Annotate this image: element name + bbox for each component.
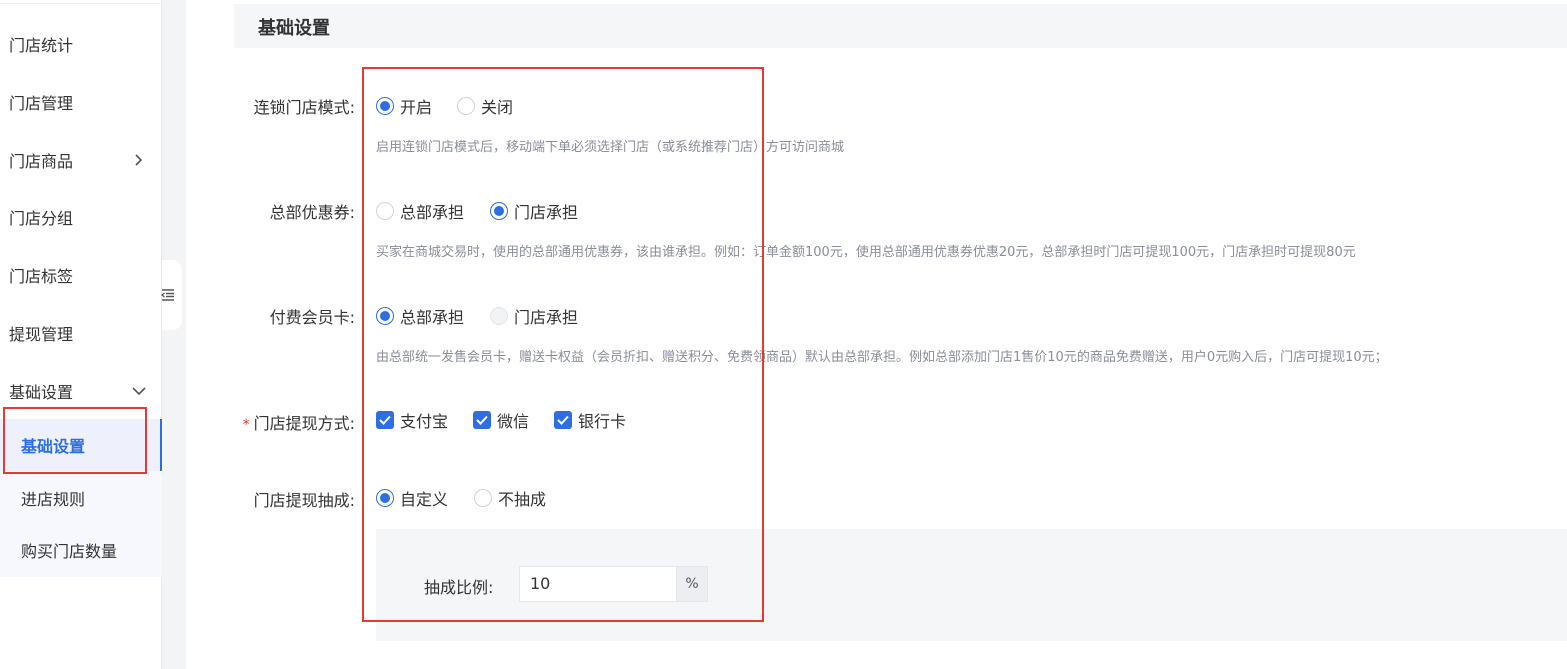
sidebar-item-label: 门店管理: [9, 94, 74, 113]
section-header: [234, 4, 1567, 48]
chevron-right-icon: [135, 154, 143, 166]
sidebar-item-store-manage[interactable]: 门店管理: [0, 77, 162, 127]
chain-mode-label: 连锁门店模式:: [253, 98, 355, 117]
sidebar-item-label: 基础设置: [9, 383, 74, 402]
sidebar-item-label: 门店分组: [9, 209, 74, 228]
required-mark: *: [242, 417, 250, 433]
highlight-box: [3, 407, 147, 474]
divider: [0, 3, 162, 4]
label-text: 门店提现方式:: [253, 414, 355, 433]
withdraw-method-label: * 门店提现方式:: [155, 410, 355, 434]
submenu-item-entry-rules[interactable]: 进店规则: [0, 472, 162, 524]
sidebar-item-label: 提现管理: [9, 325, 74, 344]
sidebar-item-store-goods[interactable]: 门店商品: [0, 135, 162, 185]
sidebar-item-store-stats[interactable]: 门店统计: [0, 19, 162, 69]
hq-coupon-label: 总部优惠券:: [269, 203, 355, 222]
sidebar-item-store-tags[interactable]: 门店标签: [0, 250, 162, 300]
highlight-box: [362, 67, 764, 622]
sidebar-item-store-group[interactable]: 门店分组: [0, 192, 162, 242]
submenu-item-label: 购买门店数量: [21, 542, 118, 561]
submenu-item-label: 进店规则: [21, 490, 86, 509]
chevron-down-icon: [132, 387, 146, 396]
submenu-item-buy-store-count[interactable]: 购买门店数量: [0, 524, 162, 576]
sidebar: 门店统计 门店管理 门店商品 门店分组 门店标签 提现管理 基础设置 基础设置 …: [0, 0, 162, 669]
member-card-label: 付费会员卡:: [269, 308, 355, 327]
withdraw-commission-label: 门店提现抽成:: [253, 491, 355, 510]
section-title: 基础设置: [258, 18, 330, 39]
sidebar-item-label: 门店标签: [9, 267, 74, 286]
collapse-menu-icon: [161, 289, 174, 301]
sidebar-item-withdraw-manage[interactable]: 提现管理: [0, 308, 162, 358]
sidebar-item-label: 门店统计: [9, 36, 74, 55]
sidebar-item-label: 门店商品: [9, 152, 74, 171]
